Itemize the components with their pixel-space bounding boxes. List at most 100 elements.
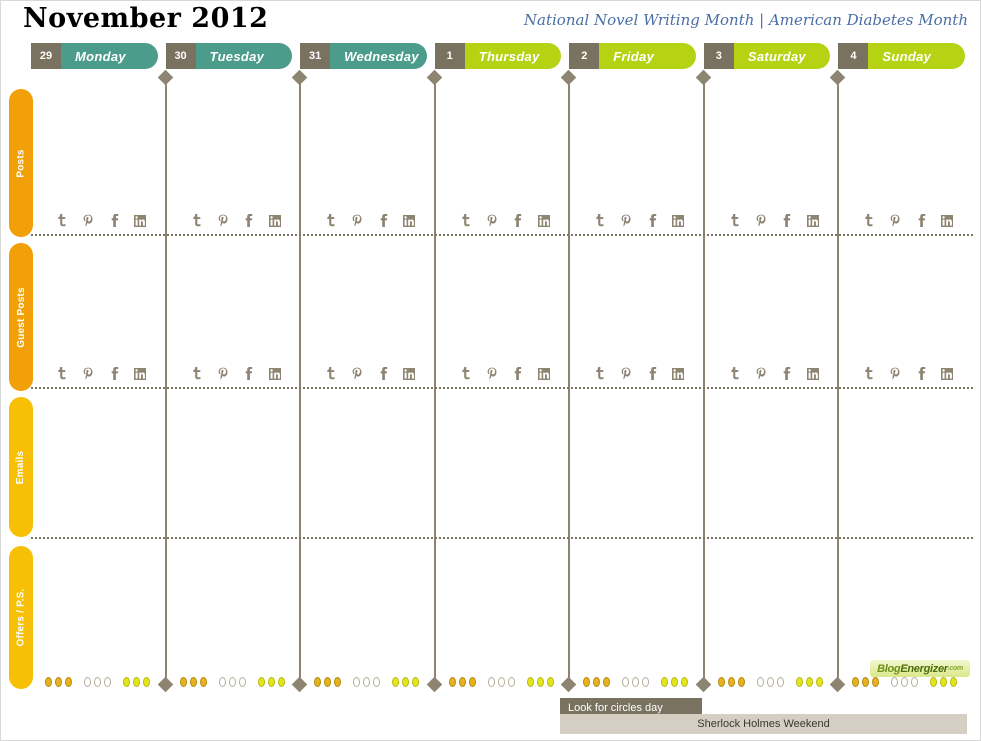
tracker-circle-white[interactable] bbox=[642, 677, 650, 687]
linkedin-icon[interactable] bbox=[800, 214, 826, 227]
facebook-icon[interactable] bbox=[505, 367, 531, 380]
twitter-icon[interactable] bbox=[722, 367, 748, 380]
tracker-circle-lime[interactable] bbox=[267, 677, 275, 687]
pinterest-icon[interactable] bbox=[613, 367, 639, 380]
linkedin-icon[interactable] bbox=[262, 214, 288, 227]
tracker-circle-gold[interactable] bbox=[458, 677, 466, 687]
category-tab-posts[interactable]: Posts bbox=[9, 89, 33, 237]
category-tab-emails[interactable]: Emails bbox=[9, 397, 33, 537]
tracker-circle-lime[interactable] bbox=[257, 677, 265, 687]
tracker-circle-gold[interactable] bbox=[179, 677, 187, 687]
pinterest-icon[interactable] bbox=[748, 214, 774, 227]
tracker-circle-lime[interactable] bbox=[805, 677, 813, 687]
tracker-circle-gold[interactable] bbox=[852, 677, 860, 687]
pinterest-icon[interactable] bbox=[882, 367, 908, 380]
linkedin-icon[interactable] bbox=[127, 367, 153, 380]
tracker-circle-lime[interactable] bbox=[661, 677, 669, 687]
tracker-circle-lime[interactable] bbox=[412, 677, 420, 687]
tracker-circle-gold[interactable] bbox=[603, 677, 611, 687]
tracker-circle-white[interactable] bbox=[911, 677, 919, 687]
tracker-circle-white[interactable] bbox=[373, 677, 381, 687]
facebook-icon[interactable] bbox=[370, 367, 396, 380]
twitter-icon[interactable] bbox=[49, 214, 75, 227]
facebook-icon[interactable] bbox=[370, 214, 396, 227]
tracker-circle-lime[interactable] bbox=[536, 677, 544, 687]
category-tab-guest-posts[interactable]: Guest Posts bbox=[9, 243, 33, 391]
tracker-circle-white[interactable] bbox=[228, 677, 236, 687]
tracker-circle-gold[interactable] bbox=[65, 677, 72, 687]
tracker-circle-gold[interactable] bbox=[189, 677, 197, 687]
facebook-icon[interactable] bbox=[101, 214, 127, 227]
event-bar-sherlock-holmes-weekend[interactable]: Sherlock Holmes Weekend bbox=[560, 714, 967, 734]
tracker-circle-white[interactable] bbox=[218, 677, 226, 687]
twitter-icon[interactable] bbox=[856, 367, 882, 380]
tracker-circle-lime[interactable] bbox=[940, 677, 948, 687]
facebook-icon[interactable] bbox=[908, 214, 934, 227]
tracker-circle-white[interactable] bbox=[632, 677, 640, 687]
tracker-circle-gold[interactable] bbox=[324, 677, 332, 687]
tracker-circle-gold[interactable] bbox=[737, 677, 745, 687]
tracker-circle-white[interactable] bbox=[94, 677, 101, 687]
tracker-circle-gold[interactable] bbox=[45, 677, 52, 687]
pinterest-icon[interactable] bbox=[210, 367, 236, 380]
linkedin-icon[interactable] bbox=[665, 214, 691, 227]
tracker-circle-gold[interactable] bbox=[717, 677, 725, 687]
tracker-circle-white[interactable] bbox=[766, 677, 774, 687]
tracker-circle-gold[interactable] bbox=[199, 677, 207, 687]
pinterest-icon[interactable] bbox=[613, 214, 639, 227]
facebook-icon[interactable] bbox=[908, 367, 934, 380]
facebook-icon[interactable] bbox=[639, 214, 665, 227]
pinterest-icon[interactable] bbox=[882, 214, 908, 227]
facebook-icon[interactable] bbox=[101, 367, 127, 380]
twitter-icon[interactable] bbox=[453, 367, 479, 380]
tracker-circle-gold[interactable] bbox=[583, 677, 591, 687]
pinterest-icon[interactable] bbox=[75, 367, 101, 380]
linkedin-icon[interactable] bbox=[127, 214, 153, 227]
tracker-circle-white[interactable] bbox=[776, 677, 784, 687]
pinterest-icon[interactable] bbox=[210, 214, 236, 227]
tracker-circle-white[interactable] bbox=[891, 677, 899, 687]
twitter-icon[interactable] bbox=[722, 214, 748, 227]
twitter-icon[interactable] bbox=[587, 214, 613, 227]
tracker-circle-gold[interactable] bbox=[468, 677, 476, 687]
pinterest-icon[interactable] bbox=[479, 214, 505, 227]
tracker-circle-gold[interactable] bbox=[314, 677, 322, 687]
linkedin-icon[interactable] bbox=[262, 367, 288, 380]
linkedin-icon[interactable] bbox=[531, 214, 557, 227]
tracker-circle-white[interactable] bbox=[104, 677, 111, 687]
twitter-icon[interactable] bbox=[318, 367, 344, 380]
linkedin-icon[interactable] bbox=[800, 367, 826, 380]
twitter-icon[interactable] bbox=[856, 214, 882, 227]
linkedin-icon[interactable] bbox=[665, 367, 691, 380]
twitter-icon[interactable] bbox=[587, 367, 613, 380]
tracker-circle-lime[interactable] bbox=[392, 677, 400, 687]
twitter-icon[interactable] bbox=[318, 214, 344, 227]
tracker-circle-white[interactable] bbox=[487, 677, 495, 687]
tracker-circle-gold[interactable] bbox=[872, 677, 880, 687]
tracker-circle-white[interactable] bbox=[622, 677, 630, 687]
facebook-icon[interactable] bbox=[774, 367, 800, 380]
tracker-circle-white[interactable] bbox=[901, 677, 909, 687]
tracker-circle-white[interactable] bbox=[84, 677, 91, 687]
twitter-icon[interactable] bbox=[49, 367, 75, 380]
tracker-circle-white[interactable] bbox=[363, 677, 371, 687]
pinterest-icon[interactable] bbox=[344, 214, 370, 227]
twitter-icon[interactable] bbox=[184, 214, 210, 227]
tracker-circle-lime[interactable] bbox=[681, 677, 689, 687]
tracker-circle-white[interactable] bbox=[756, 677, 764, 687]
linkedin-icon[interactable] bbox=[396, 214, 422, 227]
twitter-icon[interactable] bbox=[453, 214, 479, 227]
tracker-circle-gold[interactable] bbox=[334, 677, 342, 687]
tracker-circle-lime[interactable] bbox=[546, 677, 554, 687]
facebook-icon[interactable] bbox=[639, 367, 665, 380]
tracker-circle-white[interactable] bbox=[497, 677, 505, 687]
tracker-circle-gold[interactable] bbox=[727, 677, 735, 687]
tracker-circle-lime[interactable] bbox=[143, 677, 150, 687]
facebook-icon[interactable] bbox=[774, 214, 800, 227]
tracker-circle-lime[interactable] bbox=[402, 677, 410, 687]
twitter-icon[interactable] bbox=[184, 367, 210, 380]
pinterest-icon[interactable] bbox=[479, 367, 505, 380]
tracker-circle-lime[interactable] bbox=[133, 677, 140, 687]
tracker-circle-lime[interactable] bbox=[815, 677, 823, 687]
facebook-icon[interactable] bbox=[236, 214, 262, 227]
